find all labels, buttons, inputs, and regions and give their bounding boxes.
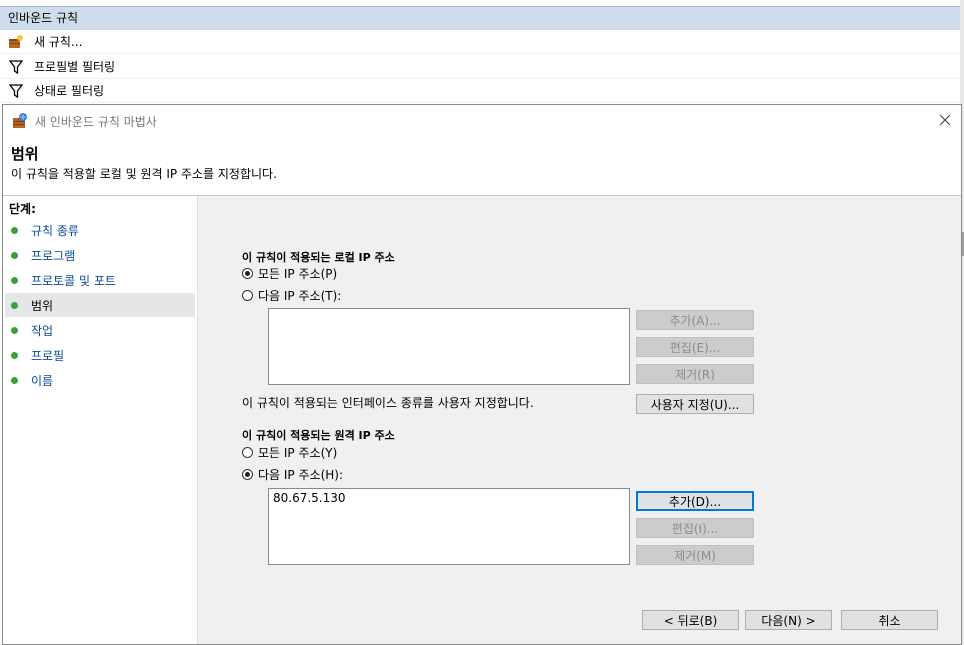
remote-edit-button[interactable]: 편집(I)... bbox=[636, 518, 754, 538]
radio-label: 모든 IP 주소(Y) bbox=[258, 446, 338, 460]
radio-unchecked-icon bbox=[242, 447, 253, 458]
local-ip-list[interactable] bbox=[268, 308, 630, 385]
action-label: 프로필별 필터링 bbox=[34, 60, 116, 74]
steps-title: 단계: bbox=[9, 202, 36, 216]
local-any-ip-radio[interactable]: 모든 IP 주소(P) bbox=[242, 265, 337, 282]
filter-icon bbox=[8, 83, 24, 99]
cancel-button[interactable]: 취소 bbox=[841, 610, 938, 630]
radio-label: 다음 IP 주소(H): bbox=[258, 468, 343, 482]
page-title: 범위 bbox=[11, 145, 39, 163]
action-new-rule[interactable]: 새 규칙... bbox=[0, 30, 964, 54]
radio-checked-icon bbox=[242, 268, 253, 279]
dialog-title: 새 인바운드 규칙 마법사 bbox=[35, 114, 157, 129]
step-action[interactable]: 작업 bbox=[5, 318, 195, 342]
step-program[interactable]: 프로그램 bbox=[5, 243, 195, 267]
step-bullet-icon bbox=[11, 276, 18, 284]
page-description: 이 규칙을 적용할 로컬 및 원격 IP 주소를 지정합니다. bbox=[11, 167, 277, 181]
local-ip-group-label: 이 규칙이 적용되는 로컬 IP 주소 bbox=[242, 251, 395, 264]
step-label: 범위 bbox=[31, 298, 54, 313]
step-label: 이름 bbox=[31, 373, 54, 388]
step-label: 프로필 bbox=[31, 348, 65, 363]
action-filter-by-state[interactable]: 상태로 필터링 bbox=[0, 79, 964, 103]
local-edit-button[interactable]: 편집(E)... bbox=[636, 337, 754, 357]
step-scope[interactable]: 범위 bbox=[5, 293, 195, 317]
filter-icon bbox=[8, 59, 24, 75]
remote-any-ip-radio[interactable]: 모든 IP 주소(Y) bbox=[242, 444, 337, 461]
step-bullet-icon bbox=[11, 301, 18, 309]
remote-ip-group-label: 이 규칙이 적용되는 원격 IP 주소 bbox=[242, 429, 395, 442]
step-label: 작업 bbox=[31, 323, 54, 338]
action-label: 새 규칙... bbox=[34, 35, 83, 49]
step-bullet-icon bbox=[11, 226, 18, 234]
remote-add-button[interactable]: 추가(D)... bbox=[636, 491, 754, 511]
action-filter-by-profile[interactable]: 프로필별 필터링 bbox=[0, 55, 964, 79]
radio-label: 모든 IP 주소(P) bbox=[258, 267, 338, 281]
step-bullet-icon bbox=[11, 326, 18, 334]
remote-remove-button[interactable]: 제거(M) bbox=[636, 545, 754, 565]
action-label: 상태로 필터링 bbox=[34, 84, 105, 98]
step-profile[interactable]: 프로필 bbox=[5, 343, 195, 367]
step-label: 규칙 종류 bbox=[31, 223, 79, 238]
new-rule-icon bbox=[8, 34, 24, 50]
step-protocol-and-ports[interactable]: 프로토콜 및 포트 bbox=[5, 268, 195, 292]
section-header: 인바운드 규칙 bbox=[0, 6, 964, 30]
ip-list-item[interactable]: 80.67.5.130 bbox=[273, 491, 625, 505]
back-button[interactable]: < 뒤로(B) bbox=[642, 610, 739, 630]
background-actions-panel: 인바운드 규칙 새 규칙... 프로필별 필터링 상태로 필터링 bbox=[0, 0, 964, 104]
step-name[interactable]: 이름 bbox=[5, 368, 195, 392]
radio-label: 다음 IP 주소(T): bbox=[258, 289, 342, 303]
customize-interface-button[interactable]: 사용자 지정(U)... bbox=[636, 394, 754, 414]
close-button[interactable] bbox=[933, 109, 957, 133]
radio-checked-icon bbox=[242, 469, 253, 480]
radio-unchecked-icon bbox=[242, 290, 253, 301]
next-button[interactable]: 다음(N) > bbox=[745, 610, 832, 630]
dialog-title-bar: 새 인바운드 규칙 마법사 bbox=[3, 105, 961, 137]
new-inbound-rule-wizard: 새 인바운드 규칙 마법사 범위 이 규칙을 적용할 로컬 및 원격 IP 주소… bbox=[2, 104, 962, 645]
scope-content: 이 규칙이 적용되는 로컬 IP 주소 모든 IP 주소(P) 다음 IP 주소… bbox=[198, 196, 961, 644]
local-add-button[interactable]: 추가(A)... bbox=[636, 310, 754, 330]
step-bullet-icon bbox=[11, 351, 18, 359]
remote-specific-ip-radio[interactable]: 다음 IP 주소(H): bbox=[242, 466, 343, 483]
step-label: 프로그램 bbox=[31, 248, 76, 263]
step-label: 프로토콜 및 포트 bbox=[31, 273, 116, 288]
close-icon bbox=[939, 114, 951, 129]
local-remove-button[interactable]: 제거(R) bbox=[636, 364, 754, 384]
remote-ip-list[interactable]: 80.67.5.130 bbox=[268, 488, 630, 565]
local-specific-ip-radio[interactable]: 다음 IP 주소(T): bbox=[242, 287, 341, 304]
step-bullet-icon bbox=[11, 251, 18, 259]
firewall-icon bbox=[11, 112, 29, 130]
interface-types-text: 이 규칙이 적용되는 인터페이스 종류를 사용자 지정합니다. bbox=[242, 396, 534, 410]
step-rule-type[interactable]: 규칙 종류 bbox=[5, 218, 195, 242]
steps-sidebar: 단계: 규칙 종류 프로그램 프로토콜 및 포트 범위 작업 프로필 이름 bbox=[3, 196, 198, 644]
step-bullet-icon bbox=[11, 376, 18, 384]
